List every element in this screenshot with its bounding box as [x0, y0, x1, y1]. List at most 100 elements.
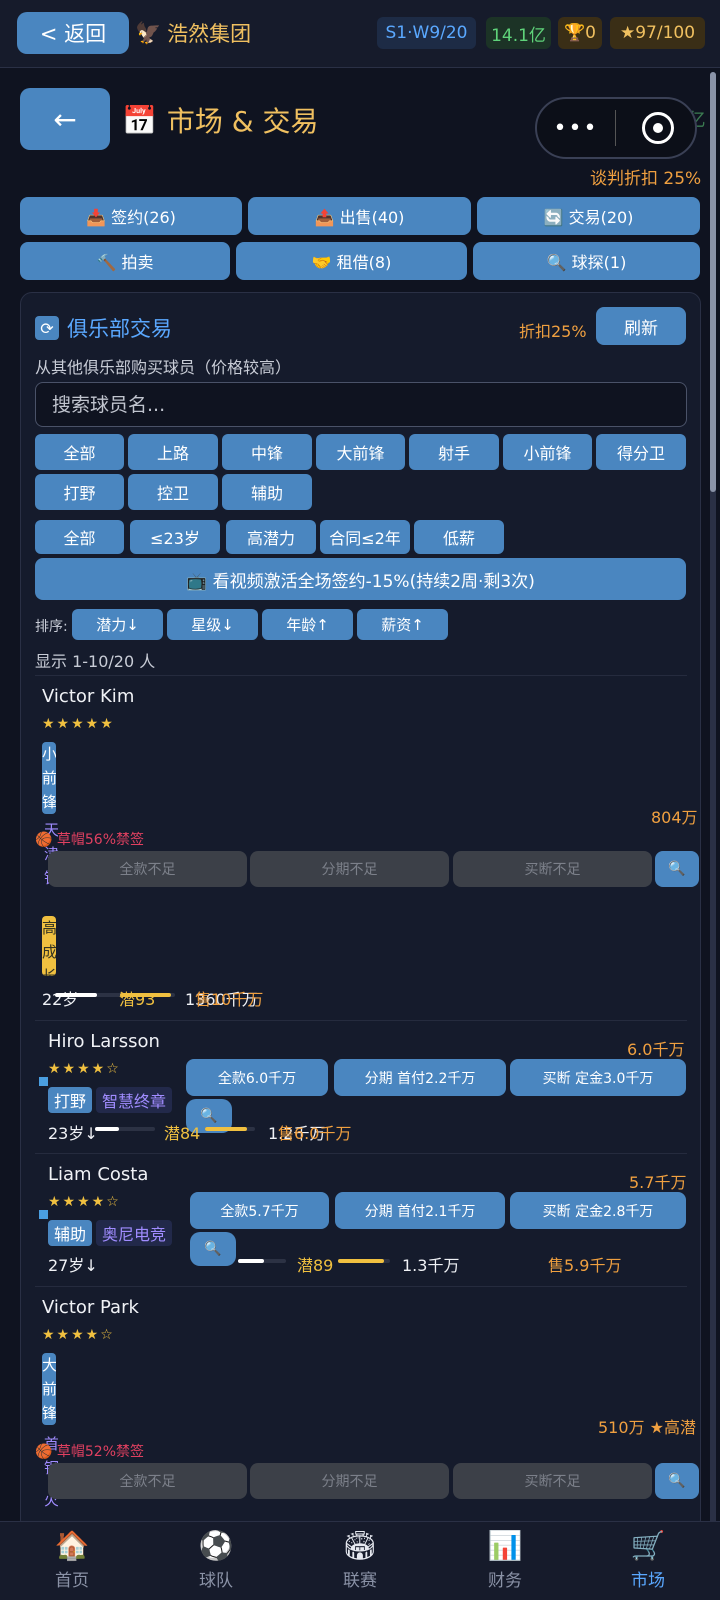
tab-sign[interactable]: 📥 签约(26) — [20, 197, 242, 235]
sort-salary-button[interactable]: 薪资↑ — [357, 609, 448, 640]
status-marker — [39, 1077, 48, 1086]
scout-search-icon[interactable]: 🔍 — [655, 1463, 699, 1499]
filter-attr-potential[interactable]: 高潜力 — [226, 520, 316, 554]
installment-button[interactable]: 分期不足 — [250, 851, 449, 887]
full-pay-button[interactable]: 全款5.7千万 — [190, 1192, 329, 1229]
home-icon: 🏠 — [54, 1529, 90, 1562]
filter-pos-sg[interactable]: 得分卫 — [596, 434, 686, 470]
nav-market[interactable]: 🛒 市场 — [598, 1526, 698, 1596]
trait-tag: 高成长 — [42, 916, 56, 976]
full-pay-button[interactable]: 全款6.0千万 — [186, 1059, 328, 1096]
negotiate-discount: 谈判折扣 25% — [590, 169, 702, 189]
filter-pos-top[interactable]: 上路 — [128, 434, 218, 470]
tab-loan[interactable]: 🤝 租借(8) — [236, 242, 467, 280]
tab-trade[interactable]: 🔄 交易(20) — [477, 197, 700, 235]
ability-bar — [95, 1127, 155, 1131]
market-back-button[interactable]: ← — [20, 88, 110, 150]
installment-button[interactable]: 分期 首付2.2千万 — [334, 1059, 506, 1096]
filter-attr-all[interactable]: 全部 — [35, 520, 124, 554]
scout-search-icon[interactable]: 🔍 — [190, 1232, 236, 1266]
player-name: Victor Kim — [42, 686, 135, 707]
nav-league[interactable]: 🏟 联赛 — [310, 1526, 410, 1596]
scrollbar-thumb[interactable] — [710, 72, 716, 492]
filter-attr-age[interactable]: ≤23岁 — [130, 520, 220, 554]
player-age: 23岁↓ — [48, 1124, 98, 1143]
potential-bar-fill — [338, 1259, 385, 1263]
ability-bar-fill — [238, 1259, 265, 1263]
miniprogram-capsule: ••• — [535, 97, 697, 159]
player-stars: ★★★★☆ — [48, 1194, 121, 1210]
trait-tag: 奥尼电竞 — [96, 1220, 173, 1246]
sort-potential-button[interactable]: 潜力↓ — [72, 609, 163, 640]
refresh-button[interactable]: 刷新 — [596, 307, 686, 345]
soccer-ball-icon: ⚽ — [198, 1529, 234, 1562]
sort-stars-button[interactable]: 星级↓ — [167, 609, 258, 640]
installment-button[interactable]: 分期不足 — [250, 1463, 449, 1499]
potential-bar-fill — [205, 1127, 247, 1131]
capsule-divider — [615, 110, 616, 146]
season-badge: S1·W9/20 — [377, 17, 476, 49]
back-button[interactable]: < 返回 — [17, 12, 129, 54]
full-pay-button[interactable]: 全款不足 — [48, 1463, 247, 1499]
video-boost-button[interactable]: 📺 看视频激活全场签约-15%(持续2周·剩3次) — [35, 558, 686, 600]
nav-finance[interactable]: 📊 财务 — [455, 1526, 555, 1596]
player-potential: 潜84 — [164, 1124, 201, 1143]
tab-scout[interactable]: 🔍 球探(1) — [473, 242, 700, 280]
ban-status: 🏀 草帽52%禁签 — [35, 1444, 144, 1460]
player-sell-price: 售5.9千万 — [548, 1256, 622, 1275]
calendar-icon: 📅 — [122, 103, 157, 137]
player-name: Victor Park — [42, 1297, 139, 1318]
position-tag: 大前锋 — [42, 1353, 56, 1425]
search-input[interactable] — [35, 382, 687, 427]
bar-chart-icon: 📊 — [487, 1529, 523, 1562]
buyout-button[interactable]: 买断不足 — [453, 851, 652, 887]
money-badge: 14.1亿 — [486, 17, 551, 49]
filter-pos-all[interactable]: 全部 — [35, 434, 124, 470]
nav-home[interactable]: 🏠 首页 — [22, 1526, 122, 1596]
trophy-badge: 🏆0 — [558, 17, 602, 49]
sort-label: 排序: — [35, 619, 68, 635]
full-pay-button[interactable]: 全款不足 — [48, 851, 247, 887]
player-price: 804万 — [651, 808, 698, 827]
filter-pos-center[interactable]: 中锋 — [222, 434, 312, 470]
position-tag: 辅助 — [48, 1220, 93, 1246]
player-potential: 潜93 — [119, 990, 156, 1009]
potential-bar-fill — [120, 993, 172, 997]
potential-bar — [120, 993, 175, 997]
filter-pos-jungle[interactable]: 打野 — [35, 474, 124, 510]
sort-age-button[interactable]: 年龄↑ — [262, 609, 353, 640]
buyout-button[interactable]: 买断 定金2.8千万 — [510, 1192, 686, 1229]
player-age: 22岁 — [42, 990, 79, 1009]
filter-attr-contract[interactable]: 合同≤2年 — [320, 520, 410, 554]
tab-auction[interactable]: 🔨 拍卖 — [20, 242, 230, 280]
club-name: 🦅 浩然集团 — [135, 20, 252, 47]
player-name: Liam Costa — [48, 1164, 149, 1185]
filter-pos-sf[interactable]: 小前锋 — [503, 434, 592, 470]
player-age: 27岁↓ — [48, 1256, 98, 1275]
row-divider — [35, 1286, 687, 1287]
player-price: 5.7千万 — [629, 1173, 687, 1192]
installment-button[interactable]: 分期 首付2.1千万 — [335, 1192, 505, 1229]
page-title: 📅 市场 & 交易 — [122, 103, 319, 139]
filter-pos-pf[interactable]: 大前锋 — [316, 434, 405, 470]
player-stars: ★★★★☆ — [42, 1327, 115, 1343]
filter-pos-support[interactable]: 辅助 — [222, 474, 312, 510]
more-icon[interactable]: ••• — [537, 116, 615, 141]
filter-attr-salary[interactable]: 低薪 — [414, 520, 504, 554]
tab-sell[interactable]: 📤 出售(40) — [248, 197, 471, 235]
scout-search-icon[interactable]: 🔍 — [655, 851, 699, 887]
player-name: Hiro Larsson — [48, 1031, 160, 1052]
potential-bar — [205, 1127, 255, 1131]
filter-pos-shooter[interactable]: 射手 — [409, 434, 499, 470]
buyout-button[interactable]: 买断 定金3.0千万 — [510, 1059, 686, 1096]
ability-bar — [55, 993, 125, 997]
buyout-button[interactable]: 买断不足 — [453, 1463, 652, 1499]
close-target-icon[interactable] — [642, 112, 674, 144]
filter-pos-pg[interactable]: 控卫 — [128, 474, 218, 510]
result-count: 显示 1-10/20 人 — [35, 652, 156, 671]
nav-team[interactable]: ⚽ 球队 — [166, 1526, 266, 1596]
row-divider — [35, 1020, 687, 1021]
player-sell-price: 售10千万 — [195, 990, 264, 1009]
ability-bar-fill — [55, 993, 97, 997]
player-salary: 1.3千万 — [402, 1256, 460, 1275]
